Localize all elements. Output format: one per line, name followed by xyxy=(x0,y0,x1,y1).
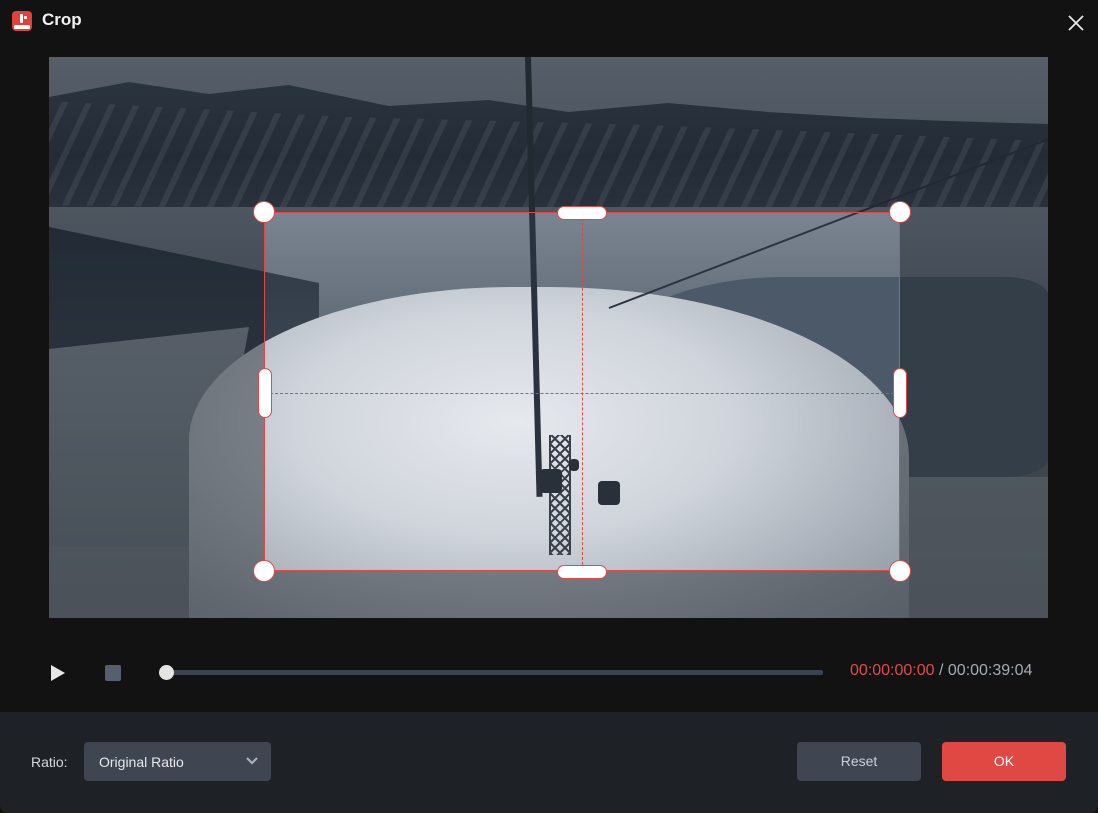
progress-thumb[interactable] xyxy=(159,665,174,680)
ratio-selected-value: Original Ratio xyxy=(99,754,184,770)
ratio-label: Ratio: xyxy=(31,754,68,770)
crop-handle-bottom-left[interactable] xyxy=(253,560,275,582)
crop-handle-left[interactable] xyxy=(258,368,272,418)
close-button[interactable] xyxy=(1062,9,1090,37)
crop-mask-top xyxy=(49,57,1048,212)
dialog-title: Crop xyxy=(42,10,82,29)
stop-button[interactable] xyxy=(105,665,121,681)
playback-controls: 00:00:00:00 / 00:00:39:04 xyxy=(0,650,1098,694)
crop-handle-bottom[interactable] xyxy=(557,565,607,579)
crop-handle-bottom-right[interactable] xyxy=(889,560,911,582)
time-total: 00:00:39:04 xyxy=(947,662,1033,679)
title-bar: Crop xyxy=(0,0,1098,44)
crop-dialog: Crop 00:00:00:00 / 00:00:39:04 Ratio: Or… xyxy=(0,0,1098,813)
app-logo-icon xyxy=(12,11,32,31)
time-separator: / xyxy=(938,662,944,679)
time-display: 00:00:00:00 / 00:00:39:04 xyxy=(850,662,1032,680)
play-icon xyxy=(51,665,65,681)
crop-mask-right xyxy=(900,212,1048,571)
reset-button[interactable]: Reset xyxy=(797,742,921,781)
crop-guide-vertical xyxy=(582,213,583,570)
crop-handle-top-right[interactable] xyxy=(889,201,911,223)
ok-button[interactable]: OK xyxy=(942,742,1066,781)
crop-rectangle[interactable] xyxy=(264,212,900,571)
crop-mask-left xyxy=(49,212,264,571)
crop-handle-top[interactable] xyxy=(557,206,607,220)
play-button[interactable] xyxy=(48,663,68,683)
progress-slider[interactable] xyxy=(159,665,823,680)
footer-panel: Ratio: Original Ratio Reset OK xyxy=(0,712,1098,813)
close-icon xyxy=(1068,15,1084,31)
video-preview xyxy=(49,57,1048,618)
time-current: 00:00:00:00 xyxy=(850,662,935,679)
ratio-dropdown[interactable]: Original Ratio xyxy=(84,742,271,781)
chevron-down-icon xyxy=(246,757,258,765)
crop-handle-right[interactable] xyxy=(893,368,907,418)
crop-guide-horizontal xyxy=(265,393,899,394)
crop-handle-top-left[interactable] xyxy=(253,201,275,223)
